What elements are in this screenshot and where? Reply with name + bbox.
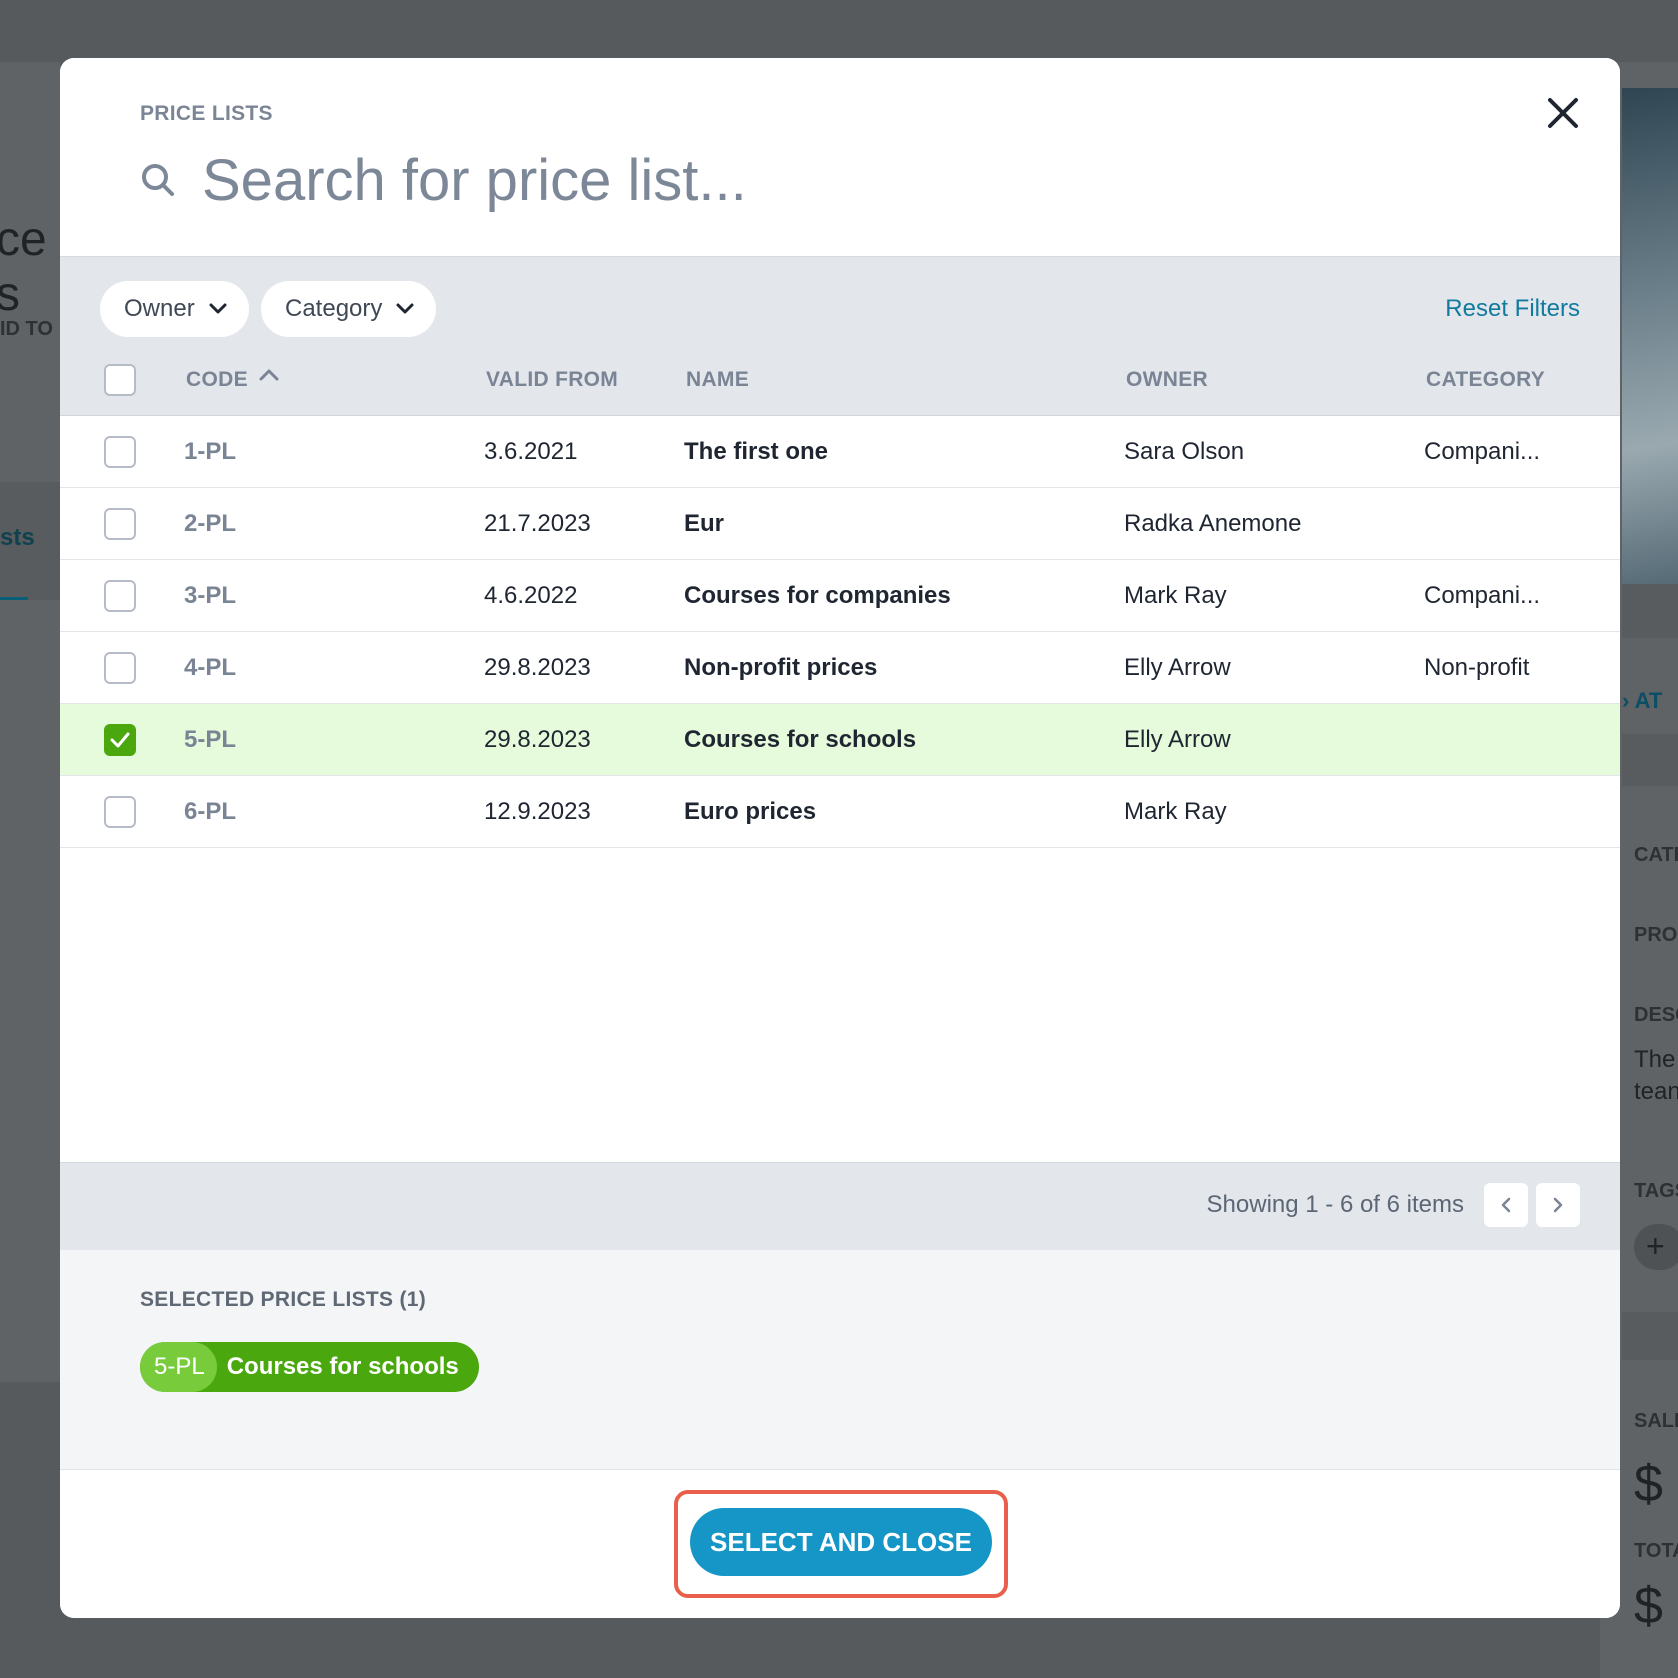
cell-valid-from: 29.8.2023 bbox=[484, 654, 591, 681]
background-label: TAGS bbox=[1634, 1180, 1678, 1202]
selected-price-lists-title: SELECTED PRICE LISTS (1) bbox=[140, 1288, 427, 1311]
search-input[interactable] bbox=[202, 144, 1402, 216]
table-row[interactable]: 2-PL 21.7.2023 Eur Radka Anemone bbox=[60, 488, 1620, 560]
previous-page-button[interactable] bbox=[1484, 1183, 1528, 1227]
cell-name: The first one bbox=[684, 438, 829, 465]
background-link: › AT bbox=[1622, 688, 1663, 713]
chevron-right-icon bbox=[1553, 1197, 1563, 1213]
background-band bbox=[1622, 734, 1678, 786]
sort-ascending-icon[interactable] bbox=[258, 368, 280, 382]
row-checkbox-checked[interactable] bbox=[104, 724, 136, 756]
cell-code: 5-PL bbox=[184, 726, 237, 753]
background-text: The bbox=[1634, 1046, 1676, 1073]
cell-valid-from: 21.7.2023 bbox=[484, 510, 591, 537]
chip-name: Courses for schools bbox=[226, 1353, 459, 1380]
close-icon[interactable] bbox=[1538, 88, 1588, 138]
category-filter-dropdown[interactable]: Category bbox=[261, 281, 437, 337]
background-text: tean bbox=[1634, 1078, 1678, 1105]
price-list-picker-modal: PRICE LISTS Owner Category Reset Filters… bbox=[60, 58, 1620, 1618]
row-checkbox[interactable] bbox=[104, 796, 136, 828]
cell-owner: Mark Ray bbox=[1124, 798, 1227, 825]
cell-code: 4-PL bbox=[184, 654, 237, 681]
selected-price-list-chip[interactable]: 5-PL Courses for schools bbox=[140, 1342, 479, 1392]
pagination-bar: Showing 1 - 6 of 6 items bbox=[60, 1162, 1620, 1250]
cell-valid-from: 12.9.2023 bbox=[484, 798, 591, 825]
column-header-name[interactable]: NAME bbox=[686, 368, 749, 392]
cell-name: Non-profit prices bbox=[684, 654, 878, 681]
table-row[interactable]: 4-PL 29.8.2023 Non-profit prices Elly Ar… bbox=[60, 632, 1620, 704]
cell-owner: Elly Arrow bbox=[1124, 654, 1231, 681]
column-header-category[interactable]: CATEGORY bbox=[1426, 368, 1545, 392]
table-row-selected[interactable]: 5-PL 29.8.2023 Courses for schools Elly … bbox=[60, 704, 1620, 776]
background-tab-underline bbox=[0, 597, 28, 600]
category-filter-label: Category bbox=[285, 295, 383, 322]
cell-code: 6-PL bbox=[184, 798, 237, 825]
chevron-left-icon bbox=[1501, 1197, 1511, 1213]
pagination-summary: Showing 1 - 6 of 6 items bbox=[1206, 1191, 1464, 1218]
row-checkbox[interactable] bbox=[104, 508, 136, 540]
cell-valid-from: 3.6.2021 bbox=[484, 438, 578, 465]
search-icon bbox=[142, 164, 174, 196]
chip-code: 5-PL bbox=[140, 1342, 217, 1392]
chevron-down-icon bbox=[209, 303, 227, 314]
cell-category: Compani... bbox=[1424, 582, 1541, 609]
cell-valid-from: 4.6.2022 bbox=[484, 582, 578, 609]
select-and-close-button[interactable]: SELECT AND CLOSE bbox=[690, 1508, 992, 1576]
row-checkbox[interactable] bbox=[104, 652, 136, 684]
cell-owner: Elly Arrow bbox=[1124, 726, 1231, 753]
background-tab-label: sts bbox=[0, 524, 35, 551]
modal-header: PRICE LISTS bbox=[60, 58, 1620, 256]
background-label: TOTA bbox=[1634, 1540, 1678, 1562]
reset-filters-link[interactable]: Reset Filters bbox=[1445, 295, 1580, 323]
row-checkbox[interactable] bbox=[104, 580, 136, 612]
cell-name: Euro prices bbox=[684, 798, 817, 825]
table-body: 1-PL 3.6.2021 The first one Sara Olson C… bbox=[60, 416, 1620, 848]
background-photo bbox=[1622, 88, 1678, 598]
background-page-left: ce s ID TO sts bbox=[0, 62, 60, 1382]
cell-owner: Mark Ray bbox=[1124, 582, 1227, 609]
background-label: PRO bbox=[1634, 924, 1678, 946]
row-checkbox[interactable] bbox=[104, 436, 136, 468]
select-all-checkbox[interactable] bbox=[104, 364, 136, 396]
cell-owner: Radka Anemone bbox=[1124, 510, 1302, 537]
column-header-valid-from[interactable]: VALID FROM bbox=[486, 368, 618, 392]
column-header-code[interactable]: CODE bbox=[186, 368, 248, 392]
cell-name: Eur bbox=[684, 510, 725, 537]
background-label: DESC bbox=[1634, 1004, 1678, 1026]
column-header-owner[interactable]: OWNER bbox=[1126, 368, 1208, 392]
background-label: CATE bbox=[1634, 844, 1678, 866]
cell-code: 3-PL bbox=[184, 582, 237, 609]
background-heading: ce s bbox=[0, 213, 47, 321]
background-band bbox=[1622, 584, 1678, 638]
background-band bbox=[1622, 1312, 1678, 1360]
table-row[interactable]: 6-PL 12.9.2023 Euro prices Mark Ray bbox=[60, 776, 1620, 848]
owner-filter-label: Owner bbox=[124, 295, 195, 322]
cell-code: 2-PL bbox=[184, 510, 237, 537]
chevron-down-icon bbox=[396, 303, 414, 314]
table-row[interactable]: 1-PL 3.6.2021 The first one Sara Olson C… bbox=[60, 416, 1620, 488]
modal-footer: SELECT AND CLOSE bbox=[60, 1470, 1620, 1618]
background-label: SALE bbox=[1634, 1410, 1678, 1432]
selected-price-lists-panel: SELECTED PRICE LISTS (1) 5-PL Courses fo… bbox=[60, 1250, 1620, 1470]
table-row[interactable]: 3-PL 4.6.2022 Courses for companies Mark… bbox=[60, 560, 1620, 632]
background-label: ID TO bbox=[0, 318, 53, 340]
background-add-button: + bbox=[1634, 1224, 1678, 1270]
cell-valid-from: 29.8.2023 bbox=[484, 726, 591, 753]
cell-owner: Sara Olson bbox=[1124, 438, 1245, 465]
cell-category: Non-profit bbox=[1424, 654, 1530, 681]
background-currency: $ bbox=[1634, 1577, 1663, 1635]
modal-subtitle: PRICE LISTS bbox=[140, 102, 273, 125]
cell-category: Compani... bbox=[1424, 438, 1541, 465]
cell-name: Courses for companies bbox=[684, 582, 951, 609]
checkmark-icon bbox=[110, 732, 130, 748]
cell-code: 1-PL bbox=[184, 438, 237, 465]
background-currency: $ bbox=[1634, 1455, 1663, 1513]
cell-name: Courses for schools bbox=[684, 726, 917, 753]
filter-bar: Owner Category Reset Filters bbox=[60, 256, 1620, 346]
table-header: CODE VALID FROM NAME OWNER CATEGORY bbox=[60, 346, 1620, 416]
next-page-button[interactable] bbox=[1536, 1183, 1580, 1227]
owner-filter-dropdown[interactable]: Owner bbox=[100, 281, 249, 337]
